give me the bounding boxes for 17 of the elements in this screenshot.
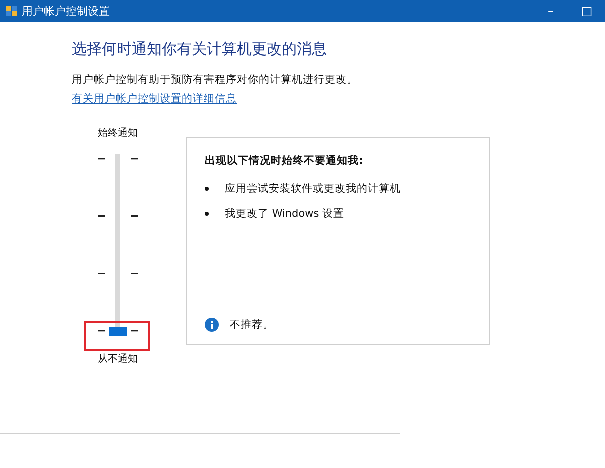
heading: 选择何时通知你有关计算机更改的消息 [72,40,328,59]
note-text: 不推荐。 [230,318,274,332]
info-icon [205,318,219,332]
bullet-icon [205,187,209,191]
slider-thumb[interactable] [109,326,127,336]
window-title: 用户帐户控制设置 [22,4,110,18]
bullet-text: 应用尝试安装软件或更改我的计算机 [225,182,401,196]
bullet-text: 我更改了 Windows 设置 [225,207,345,221]
slider-label: 从不通知 [98,352,138,366]
details-link[interactable]: 有关用户帐户控制设置的详细信息 [72,92,237,106]
window-control[interactable]: □ [569,4,605,18]
slider-label: 始终通知 [98,126,138,140]
bullet-icon [205,212,209,216]
description-text: 用户帐户控制有助于预防有害程序对你的计算机进行更改。 [72,73,359,87]
highlight-frame [84,321,150,351]
panel-title: 出现以下情况时始终不要通知我: [205,154,364,168]
window-control[interactable]: – [533,4,569,18]
